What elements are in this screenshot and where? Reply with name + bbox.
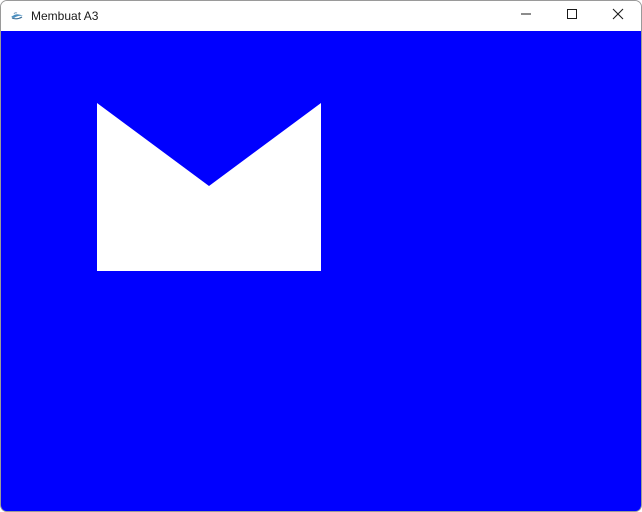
maximize-button[interactable] [549,1,595,31]
close-button[interactable] [595,1,641,31]
drawing-canvas[interactable] [1,31,641,511]
close-icon [612,7,624,25]
app-window: Membuat A3 [0,0,642,512]
canvas-svg [1,31,641,511]
minimize-icon [520,7,532,25]
minimize-button[interactable] [503,1,549,31]
maximize-icon [566,7,578,25]
java-coffee-cup-icon[interactable] [9,8,25,24]
window-title: Membuat A3 [31,9,99,23]
title-bar[interactable]: Membuat A3 [1,1,641,31]
